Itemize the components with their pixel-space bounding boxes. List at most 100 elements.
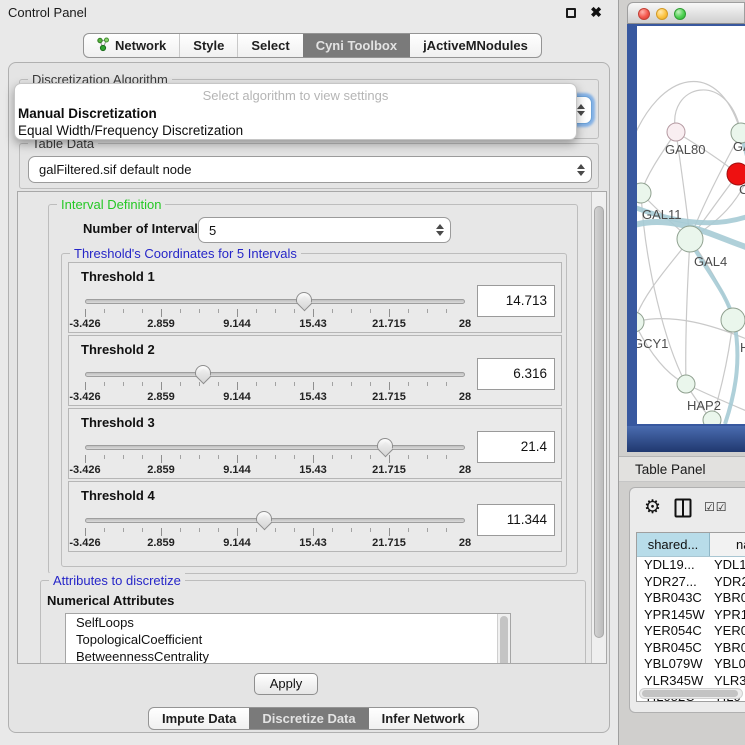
close-icon[interactable]: ✖ [590, 4, 602, 20]
threshold-4-value-field[interactable]: 11.344 [477, 504, 555, 536]
network-canvas[interactable]: GAL80 GA C GAL11 GAL4 GCY1 H HAP2 [637, 26, 745, 424]
table-row[interactable]: YDR27...YDR2 [637, 574, 745, 591]
slider-tick-labels: -3.426 2.859 9.144 15.43 21.715 28 [85, 464, 465, 476]
apply-button[interactable]: Apply [254, 673, 318, 695]
dropdown-option-manual-discretization[interactable]: Manual Discretization [15, 105, 576, 122]
select-columns-icon[interactable]: ☑☑ [704, 500, 728, 514]
threshold-3-panel: Threshold 3 -3.426 2.859 9.144 15.43 [68, 408, 562, 479]
minimize-traffic-light-icon[interactable] [656, 8, 668, 20]
network-node-hap2[interactable] [677, 375, 695, 393]
list-item[interactable]: SelfLoops [66, 614, 510, 631]
tab-network[interactable]: Network [84, 34, 179, 57]
zoom-traffic-light-icon[interactable] [674, 8, 686, 20]
slider-track[interactable] [85, 299, 465, 304]
list-scrollbar[interactable] [497, 614, 510, 664]
table-data-combobox[interactable]: galFiltered.sif default node [28, 156, 592, 183]
slider-track[interactable] [85, 445, 465, 450]
group-title: Threshold's Coordinates for 5 Intervals [70, 246, 301, 261]
number-of-intervals-label: Number of Intervals [83, 221, 205, 236]
table-scrollbar-thumb[interactable] [642, 690, 738, 697]
network-node-gal80[interactable] [667, 123, 685, 141]
list-item[interactable]: BetweennessCentrality [66, 648, 510, 664]
threshold-1-value-field[interactable]: 14.713 [477, 285, 555, 317]
slider-thumb[interactable] [377, 438, 393, 450]
node-label-h: H [740, 340, 745, 355]
network-view-window: GAL80 GA C GAL11 GAL4 GCY1 H HAP2 [627, 2, 745, 452]
slider-track[interactable] [85, 372, 465, 377]
combo-spinner-icon [577, 104, 585, 116]
threshold-4-panel: Threshold 4 -3.426 2.859 9.144 15.43 [68, 481, 562, 552]
tab-discretize-data[interactable]: Discretize Data [249, 708, 368, 729]
table-horizontal-scrollbar[interactable] [639, 688, 743, 699]
network-graph: GAL80 GA C GAL11 GAL4 GCY1 H HAP2 [637, 26, 745, 424]
combo-value: 5 [209, 223, 216, 238]
tab-cyni-toolbox[interactable]: Cyni Toolbox [303, 34, 410, 57]
group-title: Attributes to discretize [49, 573, 185, 588]
slider-ticks [85, 309, 465, 317]
column-header-name[interactable]: na [710, 533, 745, 556]
settings-scrollpane: Interval Definition Number of Intervals … [17, 191, 607, 664]
threshold-3-slider[interactable]: -3.426 2.859 9.144 15.43 21.715 28 [85, 437, 465, 477]
dropdown-option-equal-width[interactable]: Equal Width/Frequency Discretization [15, 122, 576, 139]
network-node-gal11[interactable] [637, 183, 651, 203]
settings-scrollbar[interactable] [591, 192, 606, 663]
table-row[interactable]: YER054CYER0 [637, 623, 745, 640]
list-scrollbar-thumb[interactable] [500, 616, 508, 664]
threshold-label: Threshold 4 [81, 488, 155, 503]
table-panel-window: ⚙ ☑☑ shared... na YDL19...YDL1 YDR27...Y… [629, 487, 745, 713]
list-item[interactable]: TopologicalCoefficient [66, 631, 510, 648]
threshold-label: Threshold 3 [81, 415, 155, 430]
tab-infer-network[interactable]: Infer Network [369, 708, 478, 729]
threshold-3-value-field[interactable]: 21.4 [477, 431, 555, 463]
threshold-2-slider[interactable]: -3.426 2.859 9.144 15.43 21.715 28 [85, 364, 465, 404]
attributes-group: Attributes to discretize Numerical Attri… [40, 580, 586, 664]
table-row[interactable]: YBR043CYBR0 [637, 590, 745, 607]
attributes-listbox[interactable]: SelfLoops TopologicalCoefficient Between… [65, 613, 511, 664]
table-panel-title: Table Panel [635, 462, 706, 477]
node-label-gal80: GAL80 [665, 142, 705, 157]
table-row[interactable]: YDL19...YDL1 [637, 557, 745, 574]
threshold-1-slider[interactable]: -3.426 2.859 9.144 15.43 21.715 28 [85, 291, 465, 331]
number-of-intervals-combobox[interactable]: 5 [198, 217, 451, 243]
tab-jactivemnodules[interactable]: jActiveMNodules [410, 34, 541, 57]
close-traffic-light-icon[interactable] [638, 8, 650, 20]
table-data-group: Table Data galFiltered.sif default node [19, 143, 599, 189]
tab-impute-data[interactable]: Impute Data [149, 708, 249, 729]
threshold-2-value-field[interactable]: 6.316 [477, 358, 555, 390]
slider-tick-labels: -3.426 2.859 9.144 15.43 21.715 28 [85, 391, 465, 403]
network-node-gal4[interactable] [677, 226, 703, 252]
column-layout-icon[interactable] [674, 498, 692, 523]
tab-style[interactable]: Style [179, 34, 237, 57]
table-row[interactable]: YLR345WYLR3 [637, 673, 745, 690]
slider-thumb[interactable] [296, 292, 312, 304]
control-panel-titlebar: Control Panel ✖ [0, 0, 618, 26]
gear-icon[interactable]: ⚙ [644, 495, 661, 521]
node-label-gcy1: GCY1 [637, 336, 668, 351]
network-node-gcy1[interactable] [637, 312, 644, 332]
table-row[interactable]: YBL079WYBL0 [637, 656, 745, 673]
screen: Control Panel ✖ Network [0, 0, 745, 745]
slider-ticks [85, 382, 465, 390]
settings-scrollbar-thumb[interactable] [594, 206, 604, 638]
dropdown-placeholder-option[interactable]: Select algorithm to view settings [15, 87, 576, 105]
table-row[interactable]: YPR145WYPR1 [637, 607, 745, 624]
table-header-row: shared... na [637, 533, 745, 557]
slider-thumb[interactable] [195, 365, 211, 377]
threshold-label: Threshold 1 [81, 269, 155, 284]
threshold-4-slider[interactable]: -3.426 2.859 9.144 15.43 21.715 28 [85, 510, 465, 550]
slider-thumb[interactable] [256, 511, 272, 523]
network-window-titlebar[interactable] [627, 2, 745, 24]
threshold-2-panel: Threshold 2 -3.426 2.859 9.144 15.43 [68, 335, 562, 406]
table-row[interactable]: YBR045CYBR0 [637, 640, 745, 657]
tab-label: Cyni Toolbox [316, 38, 397, 53]
slider-track[interactable] [85, 518, 465, 523]
window-title: Control Panel [8, 5, 87, 20]
node-table: shared... na YDL19...YDL1 YDR27...YDR2 Y… [636, 532, 745, 702]
column-header-shared-name[interactable]: shared... [637, 533, 710, 556]
tab-select[interactable]: Select [237, 34, 302, 57]
interval-definition-group: Interval Definition Number of Intervals … [48, 204, 578, 574]
float-window-icon[interactable] [566, 8, 576, 18]
node-label-gal4: GAL4 [694, 254, 727, 269]
network-node-right[interactable] [721, 308, 745, 332]
combo-spinner-icon [577, 164, 585, 176]
